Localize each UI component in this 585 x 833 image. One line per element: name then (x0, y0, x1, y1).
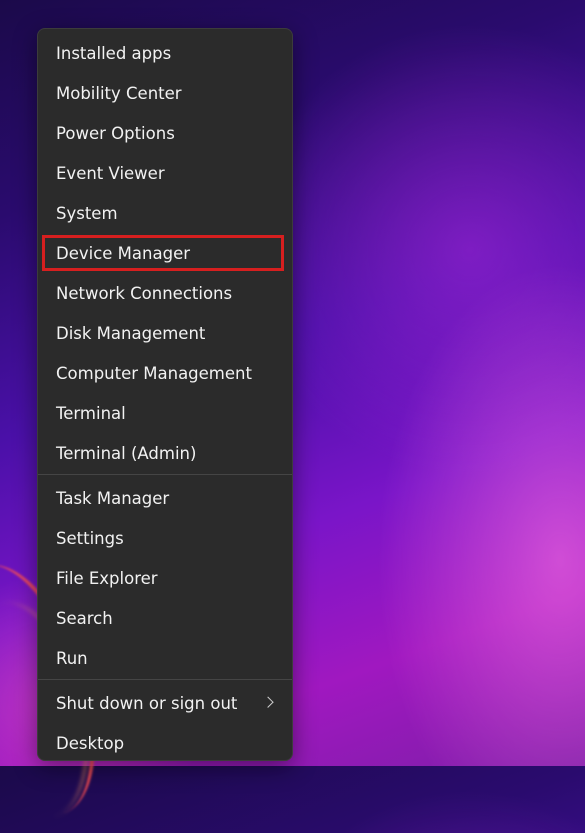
menu-item-run[interactable]: Run (38, 638, 292, 678)
menu-group-apps: Task Manager Settings File Explorer Sear… (38, 478, 292, 678)
menu-item-terminal-admin[interactable]: Terminal (Admin) (38, 433, 292, 473)
menu-group-session: Shut down or sign out Desktop (38, 683, 292, 763)
menu-separator (38, 679, 292, 680)
menu-item-power-options[interactable]: Power Options (38, 113, 292, 153)
menu-separator (38, 474, 292, 475)
menu-item-terminal[interactable]: Terminal (38, 393, 292, 433)
menu-item-computer-management[interactable]: Computer Management (38, 353, 292, 393)
menu-item-event-viewer[interactable]: Event Viewer (38, 153, 292, 193)
menu-item-shut-down-or-sign-out[interactable]: Shut down or sign out (38, 683, 292, 723)
menu-item-settings[interactable]: Settings (38, 518, 292, 558)
menu-item-task-manager[interactable]: Task Manager (38, 478, 292, 518)
menu-item-desktop[interactable]: Desktop (38, 723, 292, 763)
menu-item-label: Shut down or sign out (56, 693, 238, 713)
menu-item-mobility-center[interactable]: Mobility Center (38, 73, 292, 113)
quick-link-context-menu: Installed apps Mobility Center Power Opt… (37, 28, 293, 761)
menu-group-system-tools: Installed apps Mobility Center Power Opt… (38, 33, 292, 473)
menu-item-file-explorer[interactable]: File Explorer (38, 558, 292, 598)
menu-item-system[interactable]: System (38, 193, 292, 233)
menu-item-device-manager[interactable]: Device Manager (38, 233, 292, 273)
menu-item-disk-management[interactable]: Disk Management (38, 313, 292, 353)
menu-item-installed-apps[interactable]: Installed apps (38, 33, 292, 73)
menu-item-network-connections[interactable]: Network Connections (38, 273, 292, 313)
menu-item-search[interactable]: Search (38, 598, 292, 638)
chevron-right-icon (262, 696, 274, 708)
